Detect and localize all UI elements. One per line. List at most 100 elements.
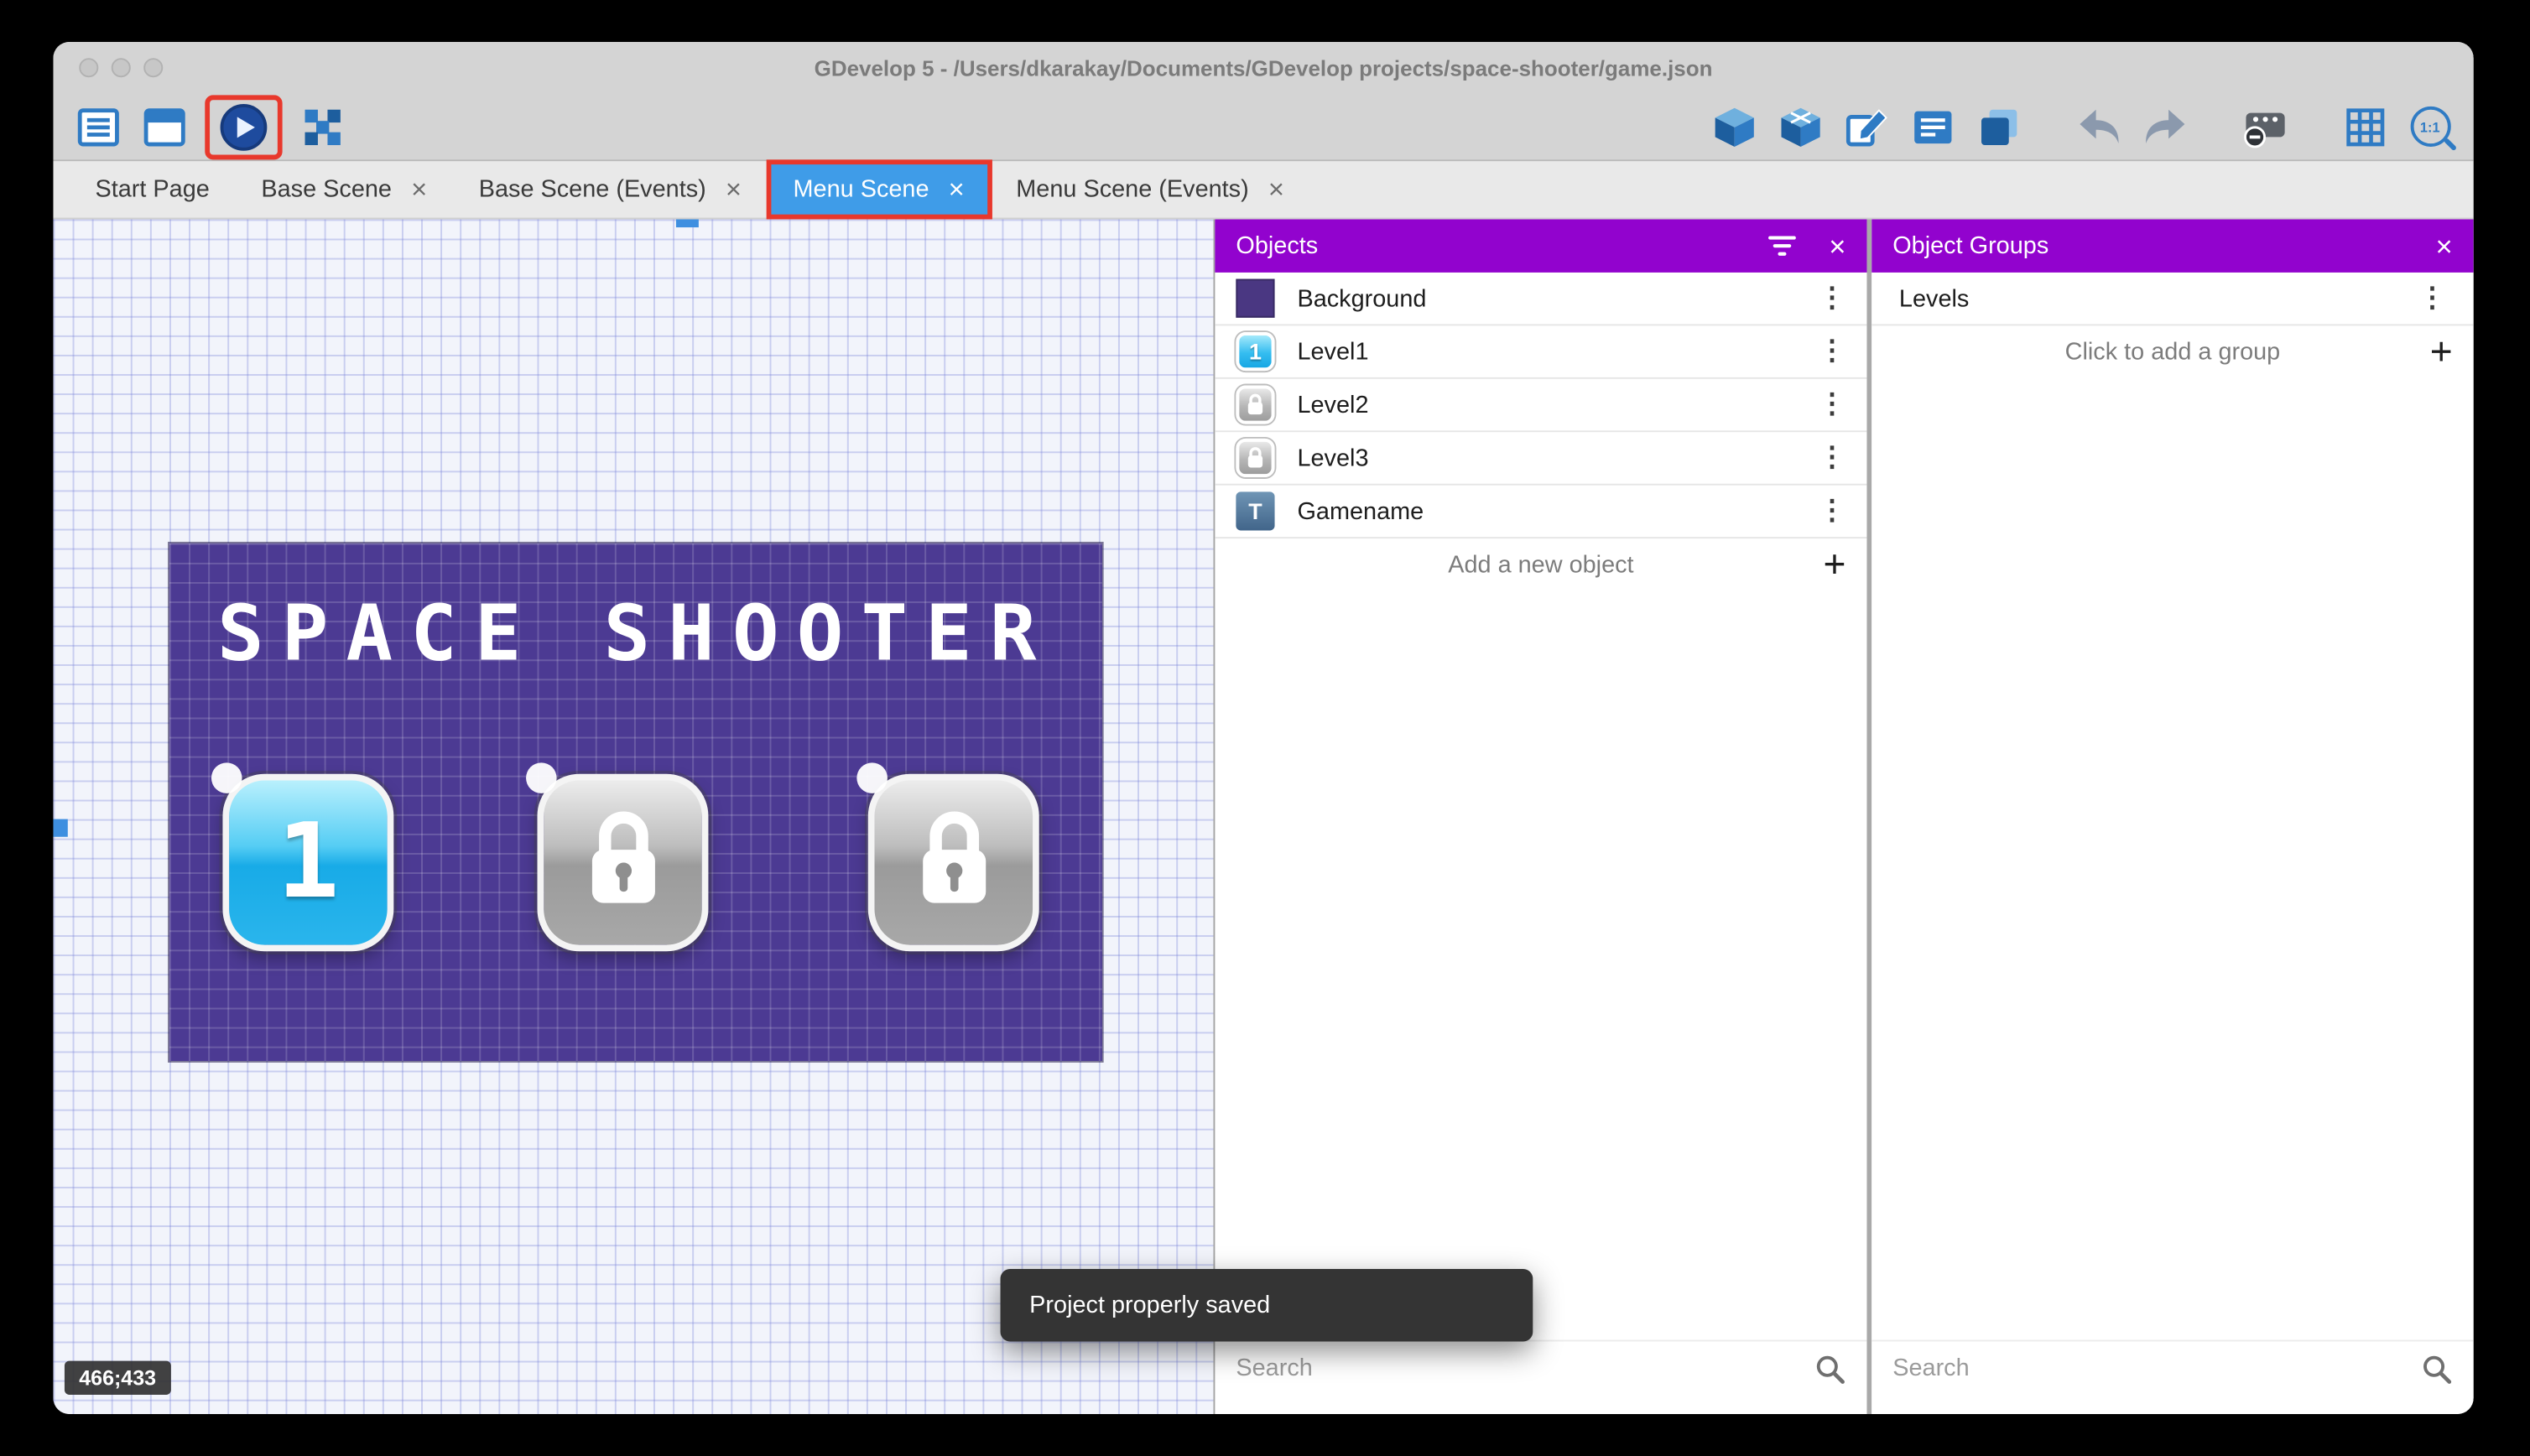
group-name: Levels xyxy=(1899,284,1969,312)
scene-list-icon[interactable] xyxy=(138,101,190,153)
object-row-gamename[interactable]: T Gamename ⋮ xyxy=(1215,486,1866,538)
plus-icon[interactable]: + xyxy=(1823,546,1845,585)
filter-icon[interactable] xyxy=(1769,236,1797,257)
close-groups-panel-icon[interactable]: × xyxy=(2435,231,2452,261)
close-tab-icon[interactable]: × xyxy=(411,176,427,204)
window-title: GDevelop 5 - /Users/dkarakay/Documents/G… xyxy=(53,55,2473,80)
export-icon[interactable] xyxy=(1709,101,1761,153)
object-name: Background xyxy=(1297,284,1426,312)
object-name: Level3 xyxy=(1297,445,1368,472)
search-icon[interactable] xyxy=(1814,1352,1845,1384)
object-groups-panel: Object Groups × Levels ⋮ Click to add a … xyxy=(1871,219,2473,1414)
zoom-level-label: 1:1 xyxy=(2420,118,2440,134)
groups-search-input[interactable] xyxy=(1892,1355,2420,1382)
toolbar-left-group xyxy=(73,94,349,159)
tab-bar: Start Page Base Scene × Base Scene (Even… xyxy=(53,161,2473,219)
close-window-button[interactable] xyxy=(79,58,98,77)
redo-icon[interactable] xyxy=(2140,101,2192,153)
minimize-window-button[interactable] xyxy=(112,58,131,77)
object-menu-icon[interactable]: ⋮ xyxy=(1819,335,1846,367)
level-1-object[interactable]: 1 xyxy=(222,774,393,951)
selection-handle-top[interactable] xyxy=(676,219,699,227)
tab-label: Base Scene xyxy=(261,176,392,204)
gdevelop-window: GDevelop 5 - /Users/dkarakay/Documents/G… xyxy=(53,42,2473,1414)
tab-base-scene-events[interactable]: Base Scene (Events) × xyxy=(453,161,768,217)
background-object[interactable]: SPACE SHOOTER 1 xyxy=(169,543,1102,1061)
edit-scene-icon[interactable] xyxy=(1841,101,1893,153)
zoom-handle xyxy=(2444,138,2458,153)
plus-icon[interactable]: + xyxy=(2430,333,2453,372)
play-highlight-box xyxy=(205,94,282,159)
objects-panel-header: Objects × xyxy=(1215,219,1866,272)
selection-handle-left[interactable] xyxy=(53,819,67,837)
groups-panel-header: Object Groups × xyxy=(1871,219,2473,272)
objects-search-input[interactable] xyxy=(1236,1355,1814,1382)
object-row-level3[interactable]: Level3 ⋮ xyxy=(1215,432,1866,485)
tab-start-page[interactable]: Start Page xyxy=(70,161,236,217)
cursor-coordinates: 466;433 xyxy=(65,1361,170,1395)
debug-icon[interactable] xyxy=(297,101,349,153)
capture-icon[interactable] xyxy=(2240,101,2292,153)
object-name: Gamename xyxy=(1297,497,1424,525)
object-name: Level2 xyxy=(1297,391,1368,419)
layers-icon[interactable] xyxy=(1973,101,2025,153)
text-object-icon: T xyxy=(1236,491,1274,530)
object-menu-icon[interactable]: ⋮ xyxy=(1819,442,1846,474)
tab-label: Start Page xyxy=(95,176,209,204)
zoom-1-1-icon[interactable]: 1:1 xyxy=(2406,102,2455,151)
events-sheet-icon[interactable] xyxy=(1908,101,1960,153)
close-tab-icon[interactable]: × xyxy=(1268,176,1284,204)
toast-message: Project properly saved xyxy=(1029,1292,1270,1319)
tab-label: Base Scene (Events) xyxy=(479,176,706,204)
toolbar: 1:1 xyxy=(53,94,2473,162)
level-1-button-icon: 1 xyxy=(1236,332,1274,371)
object-row-level1[interactable]: 1 Level1 ⋮ xyxy=(1215,325,1866,378)
project-manager-icon[interactable] xyxy=(73,101,125,153)
extensions-icon[interactable] xyxy=(1775,101,1827,153)
level-2-object[interactable] xyxy=(538,774,709,951)
grid-icon[interactable] xyxy=(2340,101,2392,153)
locked-button-icon xyxy=(1236,439,1274,477)
object-row-level2[interactable]: Level2 ⋮ xyxy=(1215,379,1866,432)
groups-panel-title: Object Groups xyxy=(1892,232,2048,260)
game-title-text-object[interactable]: SPACE SHOOTER xyxy=(169,589,1102,679)
object-menu-icon[interactable]: ⋮ xyxy=(1819,388,1846,420)
titlebar: GDevelop 5 - /Users/dkarakay/Documents/G… xyxy=(53,42,2473,94)
maximize-window-button[interactable] xyxy=(143,58,163,77)
search-icon[interactable] xyxy=(2420,1352,2452,1384)
undo-icon[interactable] xyxy=(2074,101,2126,153)
window-controls xyxy=(79,42,163,94)
objects-panel-title: Objects xyxy=(1236,232,1318,260)
object-name: Level1 xyxy=(1297,338,1368,366)
object-row-background[interactable]: Background ⋮ xyxy=(1215,273,1866,325)
background-swatch-icon xyxy=(1236,279,1274,318)
tab-label: Menu Scene xyxy=(794,176,929,204)
main-content: SPACE SHOOTER 1 xyxy=(53,219,2473,1414)
desktop: GDevelop 5 - /Users/dkarakay/Documents/G… xyxy=(0,0,2530,1456)
level-3-object[interactable] xyxy=(868,774,1039,951)
lock-icon xyxy=(580,809,667,917)
toolbar-right-group: 1:1 xyxy=(1709,101,2455,153)
close-objects-panel-icon[interactable]: × xyxy=(1829,231,1845,261)
lock-icon xyxy=(910,809,997,917)
tab-menu-scene[interactable]: Menu Scene × xyxy=(768,161,991,217)
close-tab-icon[interactable]: × xyxy=(726,176,742,204)
object-menu-icon[interactable]: ⋮ xyxy=(1819,495,1846,527)
groups-search-bar xyxy=(1871,1340,2473,1395)
tab-base-scene[interactable]: Base Scene × xyxy=(236,161,453,217)
group-row-levels[interactable]: Levels ⋮ xyxy=(1871,273,2473,325)
close-tab-icon[interactable]: × xyxy=(949,176,965,204)
objects-search-bar xyxy=(1215,1340,1866,1395)
scene-editor-canvas[interactable]: SPACE SHOOTER 1 xyxy=(53,219,1213,1414)
toast-notification: Project properly saved xyxy=(1001,1269,1533,1342)
object-menu-icon[interactable]: ⋮ xyxy=(1819,282,1846,314)
tab-menu-scene-events[interactable]: Menu Scene (Events) × xyxy=(990,161,1309,217)
group-menu-icon[interactable]: ⋮ xyxy=(2418,282,2446,314)
add-group-button[interactable]: Click to add a group + xyxy=(1871,325,2473,378)
add-object-button[interactable]: Add a new object + xyxy=(1215,538,1866,591)
tab-label: Menu Scene (Events) xyxy=(1016,176,1248,204)
objects-panel: Objects × Background ⋮ xyxy=(1213,219,1871,1414)
play-icon[interactable] xyxy=(218,101,270,153)
level-1-number: 1 xyxy=(277,803,339,922)
locked-button-icon xyxy=(1236,385,1274,424)
